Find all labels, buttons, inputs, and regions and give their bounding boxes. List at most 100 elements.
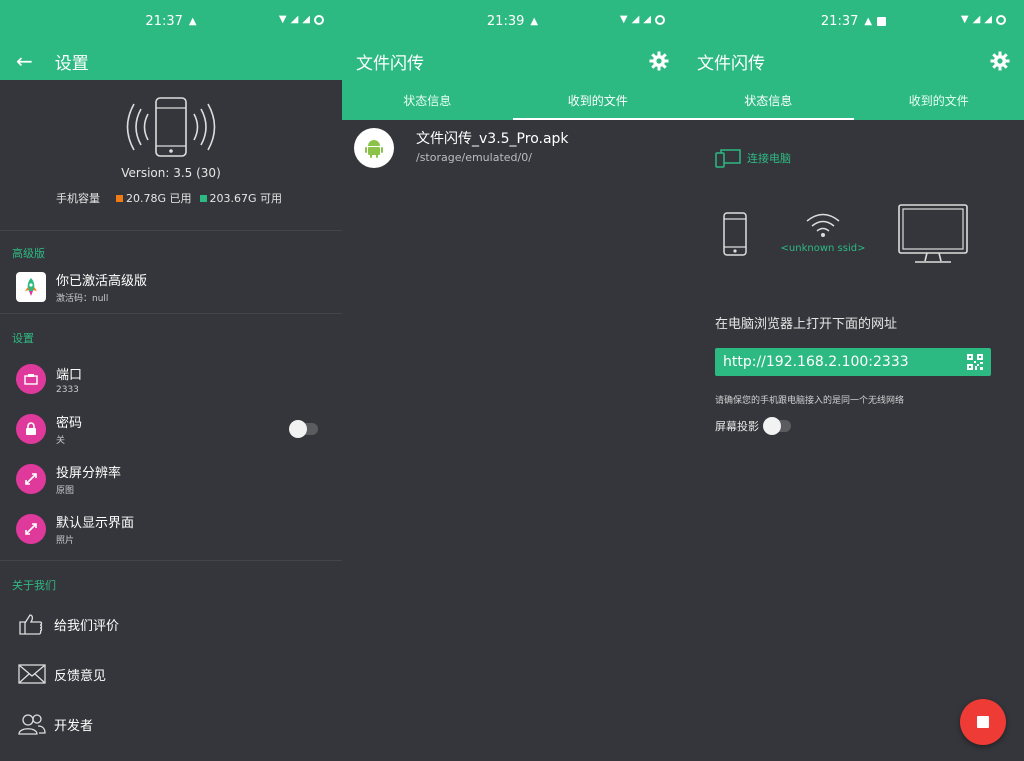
wifi-icon: ▼ [619, 14, 628, 25]
stop-icon [977, 716, 989, 728]
storage-info: 手机容量 20.78G 已用 203.67G 可用 [56, 190, 282, 206]
signal-icon: ◢ [984, 14, 992, 25]
app-bar: 文件闪传 [342, 42, 683, 80]
ethernet-port-icon [16, 364, 46, 394]
premium-title: 你已激活高级版 [56, 274, 148, 289]
stop-button[interactable] [960, 699, 1006, 745]
setting-title: 端口 [56, 367, 83, 383]
wifi-icon [806, 213, 840, 237]
capacity-label: 手机容量 [56, 192, 100, 205]
free-swatch [199, 194, 207, 202]
signal-icon: ◢ [302, 14, 310, 25]
instruction-text: 在电脑浏览器上打开下面的网址 [715, 317, 898, 332]
notification-icon: ▲ [864, 15, 873, 27]
battery-icon [314, 14, 324, 25]
signal-icon: ◢ [972, 14, 981, 25]
connect-pc-link[interactable]: 连接电脑 [715, 148, 791, 168]
app-bar: ← 设置 [0, 42, 342, 80]
tab-status[interactable]: 状态信息 [342, 80, 513, 120]
page-title: 文件闪传 [356, 53, 424, 74]
resize-icon [16, 514, 46, 544]
setting-value: 关 [56, 436, 66, 446]
app-bar: 文件闪传 [683, 42, 1024, 80]
status-time: 21:37 [145, 13, 183, 29]
monitor-icon [898, 204, 968, 263]
setting-title: 密码 [56, 416, 83, 431]
device-header: Version: 3.5 (30) 手机容量 20.78G 已用 203.67G… [0, 80, 342, 230]
tab-received[interactable]: 收到的文件 [854, 80, 1024, 120]
file-path: /storage/emulated/0/ [416, 151, 532, 164]
toggle-knob [289, 420, 307, 438]
setting-value: 原图 [56, 486, 75, 496]
phone-vibrate-icon [126, 97, 216, 157]
connect-pc-label: 连接电脑 [747, 152, 791, 165]
envelope-icon [18, 664, 46, 684]
status-icons: ▼ ◢ ◢ [961, 14, 1006, 25]
setting-resolution-row[interactable]: 投屏分辨率 原图 [0, 454, 342, 504]
notification-icon: ▲ [188, 15, 197, 27]
status-time: 21:39 [486, 13, 525, 29]
ssid-text: <unknown ssid> [780, 243, 866, 254]
status-icons: ▼ ◢ ◢ [620, 14, 665, 25]
rocket-app-icon [16, 272, 46, 302]
notification-icon: ▲ [530, 15, 539, 27]
received-files-screen: 21:39 ▲ ▼ ◢ ◢ 文件闪传 状态信息 收到的文件 文件闪传_v3.5_… [342, 0, 683, 761]
screencast-toggle[interactable] [763, 417, 791, 435]
developer-row[interactable]: 开发者 [0, 699, 342, 749]
premium-row[interactable]: 你已激活高级版 激活码：null [0, 261, 342, 313]
devices-icon [715, 149, 741, 168]
wifi-icon: ▼ [278, 14, 287, 25]
tab-bar: 状态信息 收到的文件 [683, 80, 1024, 120]
status-bar: 21:37 ▲ ▼ ◢ ◢ [0, 0, 342, 42]
wifi-icon: ▼ [960, 14, 969, 25]
network-note: 请确保您的手机跟电脑接入的是同一个无线网络 [715, 396, 905, 406]
setting-default-view-row[interactable]: 默认显示界面 照片 [0, 504, 342, 554]
gear-icon[interactable] [649, 51, 669, 71]
password-toggle[interactable] [289, 420, 318, 438]
rate-us-row[interactable]: 给我们评价 [0, 599, 342, 649]
setting-port-row[interactable]: 端口 2333 [0, 354, 342, 404]
status-icons: ▼ ◢ ◢ [279, 14, 324, 25]
tab-status[interactable]: 状态信息 [683, 80, 854, 120]
android-icon [354, 128, 394, 168]
url-box[interactable]: http://192.168.2.100:2333 [715, 348, 991, 376]
setting-value: 照片 [56, 536, 75, 546]
back-arrow-icon[interactable]: ← [16, 49, 33, 73]
toggle-knob [763, 417, 781, 435]
image-notification-icon [877, 16, 887, 26]
file-list-item[interactable]: 文件闪传_v3.5_Pro.apk /storage/emulated/0/ [342, 120, 683, 176]
qr-code-icon[interactable] [967, 354, 983, 370]
battery-icon [996, 14, 1006, 25]
status-time: 21:37 [820, 13, 859, 29]
section-premium: 高级版 [12, 247, 45, 260]
setting-title: 投屏分辨率 [56, 466, 122, 481]
version-text: Version: 3.5 (30) [121, 166, 221, 180]
used-storage: 20.78G 已用 [126, 192, 192, 205]
setting-title: 默认显示界面 [56, 516, 135, 531]
signal-icon: ◢ [290, 14, 299, 25]
status-bar: 21:37 ▲ ▼ ◢ ◢ [683, 0, 1024, 42]
used-swatch [116, 194, 123, 202]
about-item-label: 开发者 [54, 718, 94, 734]
people-icon [18, 714, 46, 735]
battery-icon [655, 14, 665, 25]
signal-icon: ◢ [631, 14, 640, 25]
file-name: 文件闪传_v3.5_Pro.apk [416, 131, 569, 147]
settings-screen: 21:37 ▲ ▼ ◢ ◢ ← 设置 Version: 3.5 (30) 手机容… [0, 0, 342, 761]
page-title: 设置 [54, 53, 89, 74]
section-settings: 设置 [12, 332, 34, 345]
tab-bar: 状态信息 收到的文件 [342, 80, 683, 120]
section-about: 关于我们 [12, 579, 56, 592]
tab-received[interactable]: 收到的文件 [512, 80, 684, 120]
thumbs-up-icon [19, 614, 43, 635]
premium-code: 激活码：null [56, 294, 109, 304]
free-storage: 203.67G 可用 [209, 192, 283, 205]
setting-password-row[interactable]: 密码 关 [0, 404, 342, 454]
setting-value: 2333 [56, 384, 79, 395]
screencast-row: 屏幕投影 [715, 417, 791, 435]
resize-icon [16, 464, 46, 494]
gear-icon[interactable] [990, 51, 1010, 71]
lock-icon [16, 414, 46, 444]
about-item-label: 给我们评价 [54, 618, 120, 634]
feedback-row[interactable]: 反馈意见 [0, 649, 342, 699]
